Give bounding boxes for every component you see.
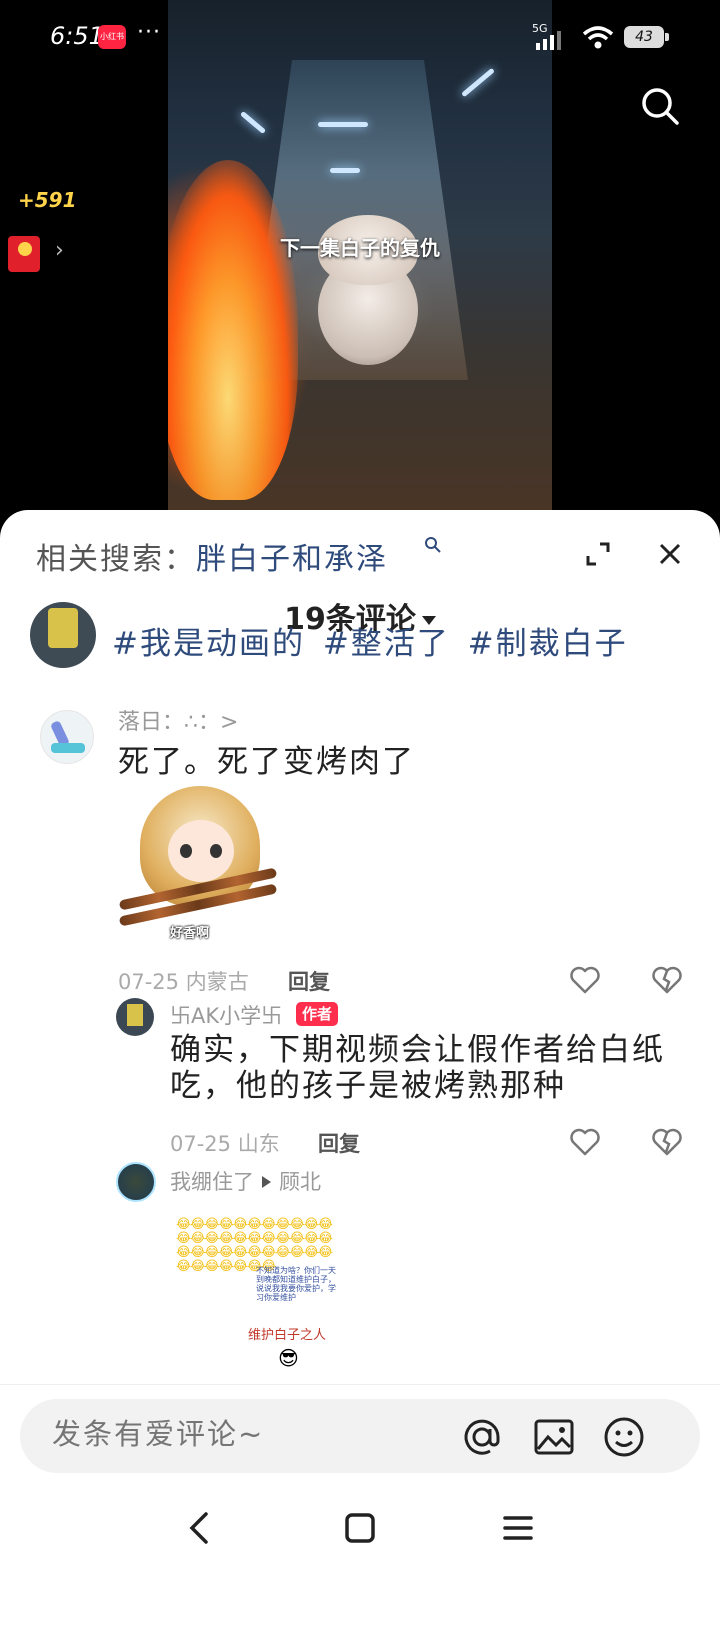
- comment-location: 内蒙古: [185, 970, 249, 994]
- reply-target: 顾北: [279, 1170, 321, 1194]
- comment-text: 死了。死了变烤肉了: [118, 744, 415, 780]
- avatar[interactable]: [116, 1162, 156, 1202]
- app-notification-icon: 小红书: [98, 25, 126, 49]
- red-packet-icon[interactable]: [8, 236, 40, 272]
- heart-icon[interactable]: [570, 966, 600, 994]
- close-icon[interactable]: [656, 540, 684, 568]
- reply-button[interactable]: 回复: [318, 1128, 360, 1158]
- back-icon[interactable]: [180, 1508, 220, 1548]
- status-time: 6:51: [50, 22, 104, 50]
- post-hashtags[interactable]: #我是动画的 #整活了 #制裁白子: [112, 618, 628, 663]
- status-more-icon: ···: [137, 20, 161, 45]
- reply-author-name[interactable]: 卐AK小学卐: [170, 1000, 282, 1030]
- emoji-icon[interactable]: [602, 1415, 646, 1459]
- comment-input-container[interactable]: [20, 1399, 700, 1473]
- comment-meta: 07-25 内蒙古: [118, 966, 249, 996]
- chevron-right-icon[interactable]: ›: [55, 238, 64, 263]
- search-icon[interactable]: [640, 86, 680, 126]
- expand-icon[interactable]: [584, 540, 612, 568]
- comment-date: 07-25: [118, 970, 180, 994]
- screen: 下一集白子的复仇 6:51 小红书 ··· 5G 43 +591 › 相关搜索：…: [0, 0, 720, 1640]
- ceiling-light: [239, 110, 267, 135]
- reply-meta: 07-25 山东: [170, 1128, 280, 1158]
- comment-input[interactable]: [52, 1417, 432, 1451]
- home-icon[interactable]: [340, 1508, 380, 1548]
- battery-tip: [665, 33, 669, 41]
- status-indicators: 5G 43: [532, 22, 672, 52]
- wifi-icon: [582, 26, 614, 49]
- reply-button[interactable]: 回复: [288, 966, 330, 996]
- signal-icon: [536, 31, 561, 50]
- reply-location: 山东: [237, 1132, 280, 1156]
- related-search[interactable]: 相关搜索：胖白子和承泽: [36, 534, 388, 578]
- bonus-points: +591: [18, 188, 77, 212]
- battery-level: 43: [624, 26, 664, 48]
- reply-author-name[interactable]: 我绷住了 顾北: [170, 1166, 321, 1196]
- heart-icon[interactable]: [570, 1128, 600, 1156]
- coin-icon: [18, 242, 32, 256]
- ceiling-light: [461, 67, 495, 98]
- ceiling-light: [318, 122, 368, 127]
- reply-meme-image[interactable]: 😂😂😂😂😂😂😂😂😂😂😂😂😂😂😂😂😂😂😂😂😂😂😂😂😂😂😂😂😂😂😂😂😂😂😂😂😂😂😂😂…: [172, 1212, 344, 1372]
- reply-author: 我绷住了: [170, 1170, 254, 1194]
- author-badge: 作者: [296, 1002, 339, 1026]
- video-player[interactable]: 下一集白子的复仇: [168, 0, 552, 520]
- broken-heart-icon[interactable]: [652, 1128, 682, 1156]
- at-icon[interactable]: [460, 1415, 504, 1459]
- comment-sticker-image[interactable]: 好香啊: [118, 780, 288, 948]
- meme-caption: 维护白子之人: [248, 1328, 327, 1343]
- avatar[interactable]: [116, 998, 154, 1036]
- author-avatar[interactable]: [30, 602, 96, 668]
- avatar[interactable]: [40, 710, 94, 764]
- reply-text: 确实，下期视频会让假作者给白纸吃，他的孩子是被烤熟那种: [170, 1032, 665, 1104]
- related-search-label: 相关搜索：: [36, 542, 196, 577]
- reply-date: 07-25: [170, 1132, 232, 1156]
- image-icon[interactable]: [532, 1415, 576, 1459]
- video-caption: 下一集白子的复仇: [280, 236, 440, 260]
- ceiling-light: [330, 168, 360, 173]
- meme-note: 不知道为啥？你们一天到晚都知道维护白子，说说我我要你爱护，学习你爱维护: [256, 1266, 336, 1302]
- menu-icon[interactable]: [498, 1508, 538, 1548]
- reply-arrow-icon: [262, 1176, 271, 1188]
- related-search-keyword[interactable]: 胖白子和承泽: [196, 542, 388, 577]
- meme-face: 😎: [278, 1346, 299, 1370]
- broken-heart-icon[interactable]: [652, 966, 682, 994]
- sticker-caption: 好香啊: [170, 926, 210, 941]
- search-icon: [425, 537, 441, 553]
- comment-author-name[interactable]: 落日：∴：>: [118, 704, 238, 736]
